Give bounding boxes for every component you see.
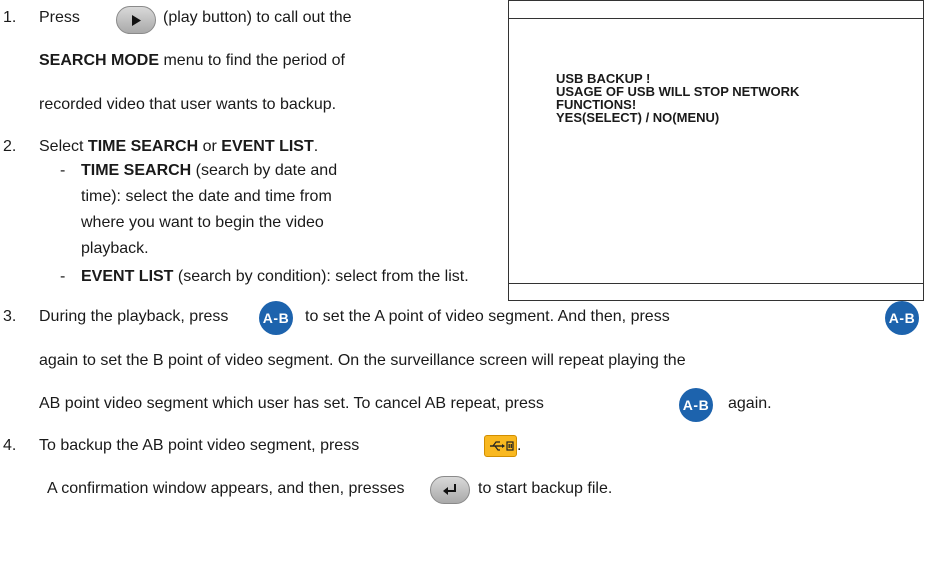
step-text: recorded video that user wants to backup… bbox=[39, 96, 337, 113]
step-text: . bbox=[517, 437, 522, 454]
step-text: (play button) to call out the bbox=[163, 9, 352, 26]
step-text: Press bbox=[39, 9, 80, 26]
step-text-line: Select TIME SEARCH or EVENT LIST. bbox=[39, 138, 318, 156]
step-number: 1. bbox=[3, 9, 17, 26]
step-text: menu to find the period of bbox=[159, 52, 345, 69]
step-text: again to set the B point of video segmen… bbox=[39, 352, 686, 369]
ab-repeat-icon: A-B bbox=[885, 301, 919, 335]
event-list-label: EVENT LIST bbox=[221, 138, 314, 155]
step-number: 3. bbox=[3, 308, 17, 325]
usb-icon bbox=[484, 435, 517, 457]
step-text-line: SEARCH MODE menu to find the period of bbox=[39, 52, 345, 70]
step-text: time): select the date and time from bbox=[81, 188, 332, 205]
play-button bbox=[116, 6, 156, 34]
ab-repeat-icon: A-B bbox=[679, 388, 713, 422]
time-search-label: TIME SEARCH bbox=[81, 162, 192, 179]
search-mode-label: SEARCH MODE bbox=[39, 52, 160, 69]
step-text: During the playback, press bbox=[39, 308, 229, 325]
window-title-bar bbox=[509, 18, 923, 19]
step-text: Select bbox=[39, 138, 88, 155]
step-text-line: EVENT LIST (search by condition): select… bbox=[81, 268, 469, 286]
step-text: to start backup file. bbox=[478, 480, 613, 497]
step-text-line: TIME SEARCH (search by date and bbox=[81, 162, 337, 180]
time-search-label: TIME SEARCH bbox=[87, 138, 199, 155]
step-text: again. bbox=[728, 395, 772, 412]
step-text: playback. bbox=[81, 240, 149, 257]
step-text: where you want to begin the video bbox=[81, 214, 324, 231]
step-text: (search by date and bbox=[191, 162, 338, 179]
bullet-dash: - bbox=[60, 268, 66, 285]
step-text: A confirmation window appears, and then,… bbox=[47, 480, 405, 497]
window-status-bar bbox=[509, 283, 923, 284]
step-text: or bbox=[198, 138, 222, 155]
usb-backup-confirmation-window: USB BACKUP ! USAGE OF USB WILL STOP NETW… bbox=[508, 0, 924, 301]
step-text: AB point video segment which user has se… bbox=[39, 395, 544, 412]
play-icon bbox=[132, 14, 141, 26]
step-text: (search by condition): select from the l… bbox=[173, 268, 469, 285]
bullet-dash: - bbox=[60, 162, 66, 179]
step-text: to set the A point of video segment. And… bbox=[305, 308, 670, 325]
event-list-label: EVENT LIST bbox=[81, 268, 174, 285]
step-text: To backup the AB point video segment, pr… bbox=[39, 437, 360, 454]
step-number: 4. bbox=[3, 437, 17, 454]
enter-icon bbox=[443, 484, 456, 495]
step-number: 2. bbox=[3, 138, 17, 155]
step-text: . bbox=[313, 138, 319, 155]
ab-repeat-icon: A-B bbox=[259, 301, 293, 335]
usb-backup-message: USB BACKUP ! USAGE OF USB WILL STOP NETW… bbox=[556, 71, 800, 125]
enter-button bbox=[430, 476, 470, 504]
